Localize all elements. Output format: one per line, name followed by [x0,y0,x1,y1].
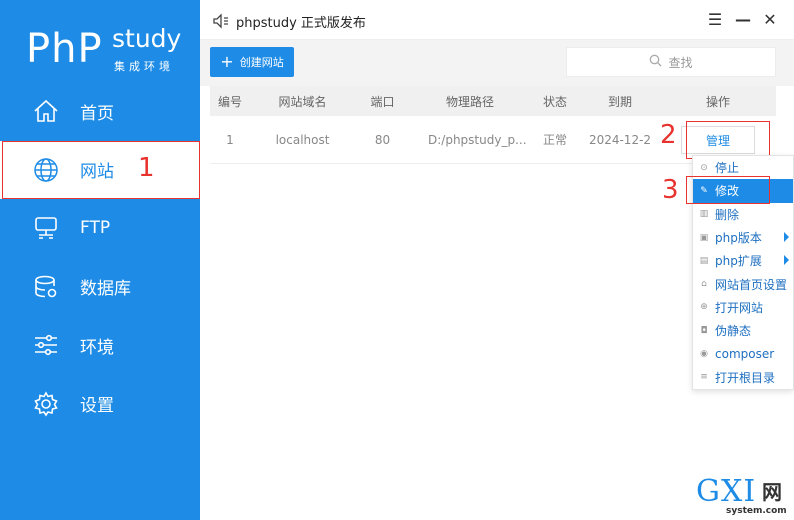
menu-item-label: 修改 [715,184,740,199]
plus-icon: + [220,52,234,71]
sidebar-item-ftp[interactable]: FTP [0,199,200,258]
sidebar-item-label: 首页 [80,103,114,124]
header-path: 物理路径 [445,94,494,109]
homepage-icon: ⌂ [701,279,707,290]
trash-icon: ▥ [699,209,709,220]
globe-icon [32,156,60,184]
menu-item-label: 打开根目录 [715,370,776,385]
menu-item-delete[interactable]: ▥ 删除 [693,203,793,226]
window-title: phpstudy 正式版发布 [236,16,366,31]
minimize-icon[interactable]: — [734,10,752,29]
cell-port: 80 [374,132,391,147]
speaker-icon [212,12,230,30]
menu-item-stop[interactable]: ⊙ 停止 [693,156,793,179]
logo-study: study [112,24,182,53]
annotation-step-1: 1 [138,153,155,183]
annotation-step-2: 2 [660,120,677,150]
title-bar: phpstudy 正式版发布 ☰ — ✕ [200,0,794,40]
website-table: 编号 网站域名 端口 物理路径 状态 到期 操作 1 localhost 80 … [210,86,776,164]
logo-php: PhP [26,26,103,72]
menu-item-label: 删除 [715,207,740,222]
ftp-icon [32,214,60,242]
cell-domain: localhost [275,132,330,147]
sidebar-item-home[interactable]: 首页 [0,82,200,141]
sidebar-item-label: 数据库 [80,279,131,300]
watermark-brand: GXI [696,474,757,509]
search-icon [649,54,662,70]
search-input[interactable]: 查找 [566,47,776,77]
cell-expire: 2024-12-2 [588,132,652,147]
submenu-arrow-icon [784,255,789,266]
header-port: 端口 [370,94,395,109]
menu-item-php-extension[interactable]: ▤ php扩展 [693,249,793,272]
cell-status: 正常 [542,133,567,147]
rewrite-icon: ◘ [700,325,708,336]
sidebar-item-website[interactable]: 网站 [0,140,200,199]
search-placeholder: 查找 [668,55,693,70]
context-menu: ⊙ 停止 ✎ 修改 ▥ 删除 ▣ php版本 ▤ php扩展 ⌂ 网站首页设置 … [692,155,794,390]
folder-icon: ≡ [700,372,708,383]
submenu-arrow-icon [784,231,789,242]
sidebar-item-label: 环境 [80,337,114,358]
create-website-button[interactable]: + 创建网站 [210,47,294,77]
sidebar-item-label: 网站 [80,162,114,183]
menu-icon[interactable]: ☰ [706,10,724,29]
sidebar-item-database[interactable]: 数据库 [0,258,200,317]
header-id: 编号 [217,94,242,109]
menu-item-composer[interactable]: ◉ composer [693,342,793,365]
php-extension-icon: ▤ [699,255,709,266]
header-expire: 到期 [607,94,632,109]
menu-item-label: php版本 [715,231,762,246]
header-domain: 网站域名 [278,94,327,109]
edit-icon: ✎ [700,185,708,196]
manage-button[interactable]: 管理 [681,125,755,154]
menu-item-label: 伪静态 [715,324,752,339]
logo-subtitle: 集成环境 [114,60,174,73]
composer-icon: ◉ [700,349,708,360]
menu-item-label: php扩展 [715,254,762,269]
cell-path: D:/phpstudy_p... [428,132,527,147]
open-site-icon: ⊕ [700,302,708,313]
menu-item-label: 打开网站 [715,300,764,315]
sidebar-item-settings[interactable]: 设置 [0,375,200,434]
php-version-icon: ▣ [699,232,709,243]
cell-id: 1 [226,132,234,147]
watermark-cn: 网 [762,480,782,504]
stop-icon: ⊙ [700,162,708,173]
menu-item-homepage-settings[interactable]: ⌂ 网站首页设置 [693,272,793,295]
menu-item-label: 网站首页设置 [715,277,788,292]
table-header: 编号 网站域名 端口 物理路径 状态 到期 操作 [210,86,776,116]
watermark-logo: GXI 网 system.com [692,474,792,520]
menu-item-rewrite[interactable]: ◘ 伪静态 [693,319,793,342]
sidebar-item-environment[interactable]: 环境 [0,316,200,375]
home-icon [32,97,60,125]
watermark-url: system.com [726,506,787,516]
menu-item-php-version[interactable]: ▣ php版本 [693,226,793,249]
close-icon[interactable]: ✕ [761,10,779,29]
annotation-step-3: 3 [662,175,679,205]
header-action: 操作 [705,94,730,109]
menu-item-open-site[interactable]: ⊕ 打开网站 [693,296,793,319]
sliders-icon [32,331,60,359]
cell-action: 管理 [660,125,776,154]
menu-item-label: 停止 [715,161,740,176]
app-logo: PhP study 集成环境 [26,20,186,80]
toolbar: + 创建网站 查找 [200,40,794,86]
sidebar-item-label: FTP [80,218,111,239]
header-status: 状态 [542,94,567,109]
menu-item-modify[interactable]: ✎ 修改 [693,179,793,203]
database-icon [32,273,60,301]
create-website-label: 创建网站 [239,56,284,69]
sidebar-item-label: 设置 [80,396,114,417]
sidebar: PhP study 集成环境 首页 网站 FTP 数据库 环境 设置 [0,0,200,520]
menu-item-label: composer [715,347,775,362]
menu-item-open-root[interactable]: ≡ 打开根目录 [693,366,793,389]
sidebar-nav: 首页 网站 FTP 数据库 环境 设置 [0,82,200,433]
gear-icon [32,390,60,418]
